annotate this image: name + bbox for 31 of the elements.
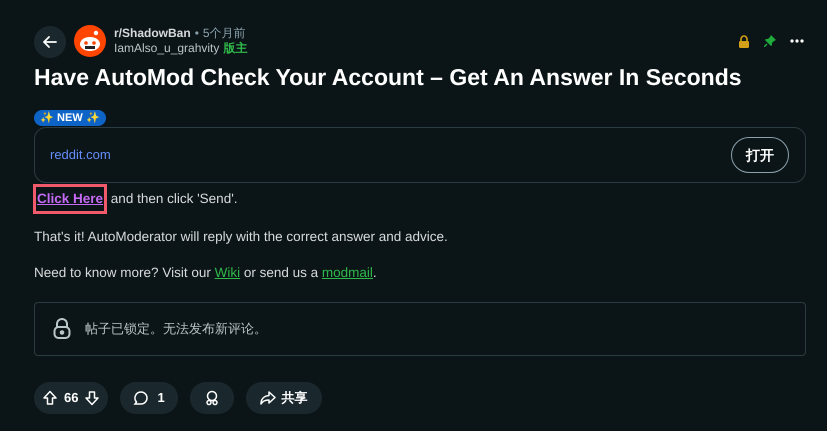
downvote-icon[interactable] — [84, 390, 100, 406]
comments-button[interactable]: 1 — [120, 382, 178, 414]
open-button[interactable]: 打开 — [731, 137, 789, 173]
separator-dot: • — [194, 26, 199, 41]
author-flair: 版主 — [223, 41, 248, 56]
post-title: Have AutoMod Check Your Account – Get An Answer In Seconds — [34, 63, 743, 91]
share-button[interactable]: 共享 — [246, 382, 322, 414]
speech-bubble-icon — [133, 390, 150, 406]
subreddit-avatar-icon[interactable] — [74, 25, 106, 57]
body-text: That's it! AutoModerator will reply with the correct answer and advice. — [34, 228, 448, 246]
body-text: and then click 'Send'. — [110, 190, 238, 208]
more-options-icon[interactable] — [790, 39, 804, 43]
lock-icon — [53, 318, 71, 340]
author-link[interactable]: IamAlso_u_grahvity — [114, 41, 220, 56]
vote-count: 66 — [64, 389, 78, 408]
share-arrow-icon — [260, 390, 276, 406]
click-here-link[interactable]: Click Here — [37, 191, 104, 206]
link-card[interactable]: reddit.com 打开 — [34, 127, 806, 183]
new-badge: ✨ NEW ✨ — [34, 110, 106, 126]
back-button[interactable] — [34, 26, 66, 58]
back-arrow-icon — [41, 33, 59, 51]
text-link[interactable]: Wiki — [214, 265, 240, 280]
body-text: Need to know more? Visit our Wiki or send us a modmail. — [34, 264, 377, 282]
award-icon — [204, 390, 220, 406]
award-button[interactable] — [190, 382, 234, 414]
upvote-icon[interactable] — [42, 390, 58, 406]
subreddit-link[interactable]: r/ShadowBan — [114, 26, 191, 41]
text-link[interactable]: modmail — [322, 265, 373, 280]
link-domain: reddit.com — [50, 146, 111, 164]
locked-notice-text: 帖子已锁定。无法发布新评论。 — [85, 320, 267, 338]
post-time: 5个月前 — [202, 26, 246, 41]
